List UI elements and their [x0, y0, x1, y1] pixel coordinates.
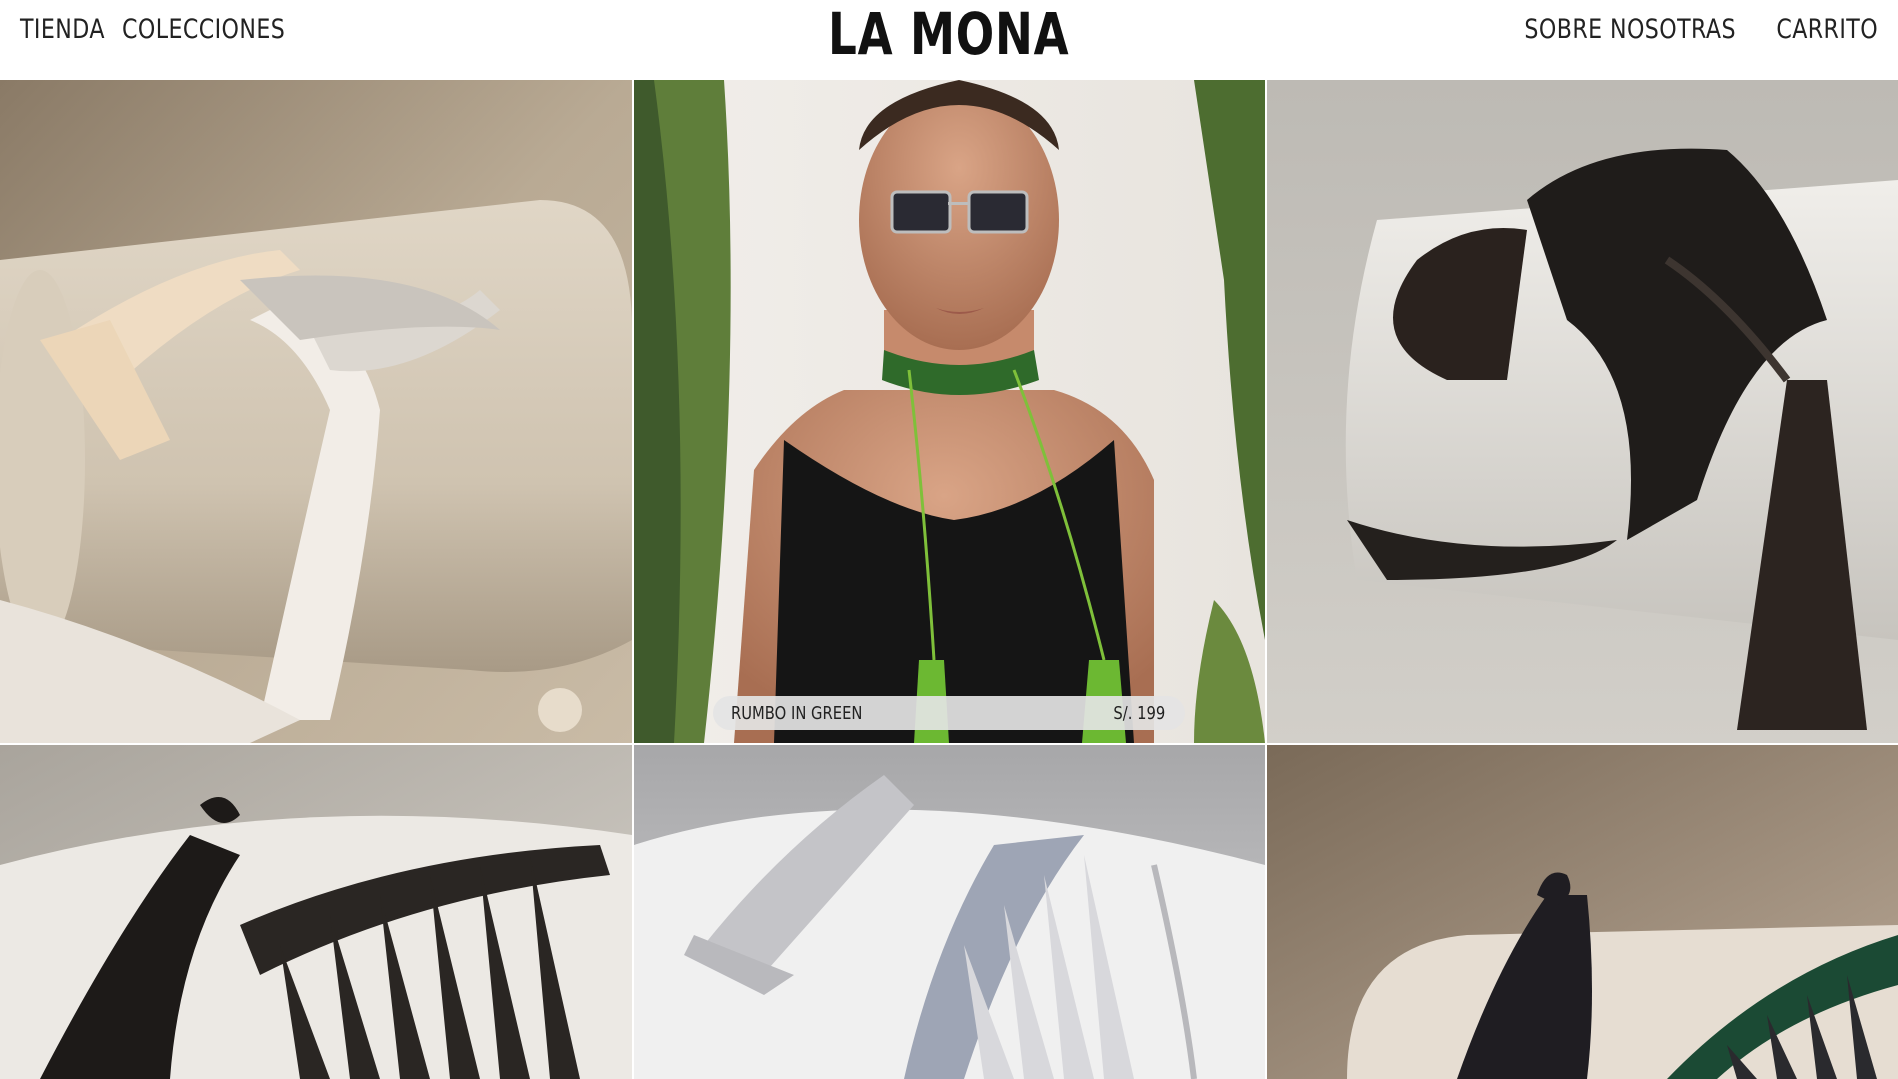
product-tile-1[interactable] [0, 80, 632, 743]
product-tile-5[interactable] [634, 745, 1265, 1079]
product-tile-2[interactable] [634, 80, 1265, 743]
product-image-2 [634, 80, 1265, 743]
product-image-1 [0, 80, 632, 743]
nav-link-colecciones[interactable]: COLECCIONES [122, 14, 285, 45]
product-caption-pill[interactable]: RUMBO IN GREEN S/. 199 [713, 696, 1185, 730]
product-image-3 [1267, 80, 1898, 743]
nav-link-sobre-nosotras[interactable]: SOBRE NOSOTRAS [1524, 14, 1736, 45]
product-image-4 [0, 745, 632, 1079]
product-image-6 [1267, 745, 1898, 1079]
brand-logo-text[interactable]: LA MONA [828, 0, 1069, 68]
nav-link-tienda[interactable]: TIENDA [20, 14, 105, 45]
product-grid [0, 80, 1898, 1079]
product-tile-4[interactable] [0, 745, 632, 1079]
product-name: RUMBO IN GREEN [731, 702, 863, 724]
product-image-5 [634, 745, 1265, 1079]
nav-link-carrito[interactable]: CARRITO [1776, 14, 1878, 45]
product-tile-6[interactable] [1267, 745, 1898, 1079]
top-navigation: TIENDA COLECCIONES LA MONA SOBRE NOSOTRA… [0, 0, 1898, 80]
product-price: S/. 199 [1113, 702, 1165, 724]
product-tile-3[interactable] [1267, 80, 1898, 743]
